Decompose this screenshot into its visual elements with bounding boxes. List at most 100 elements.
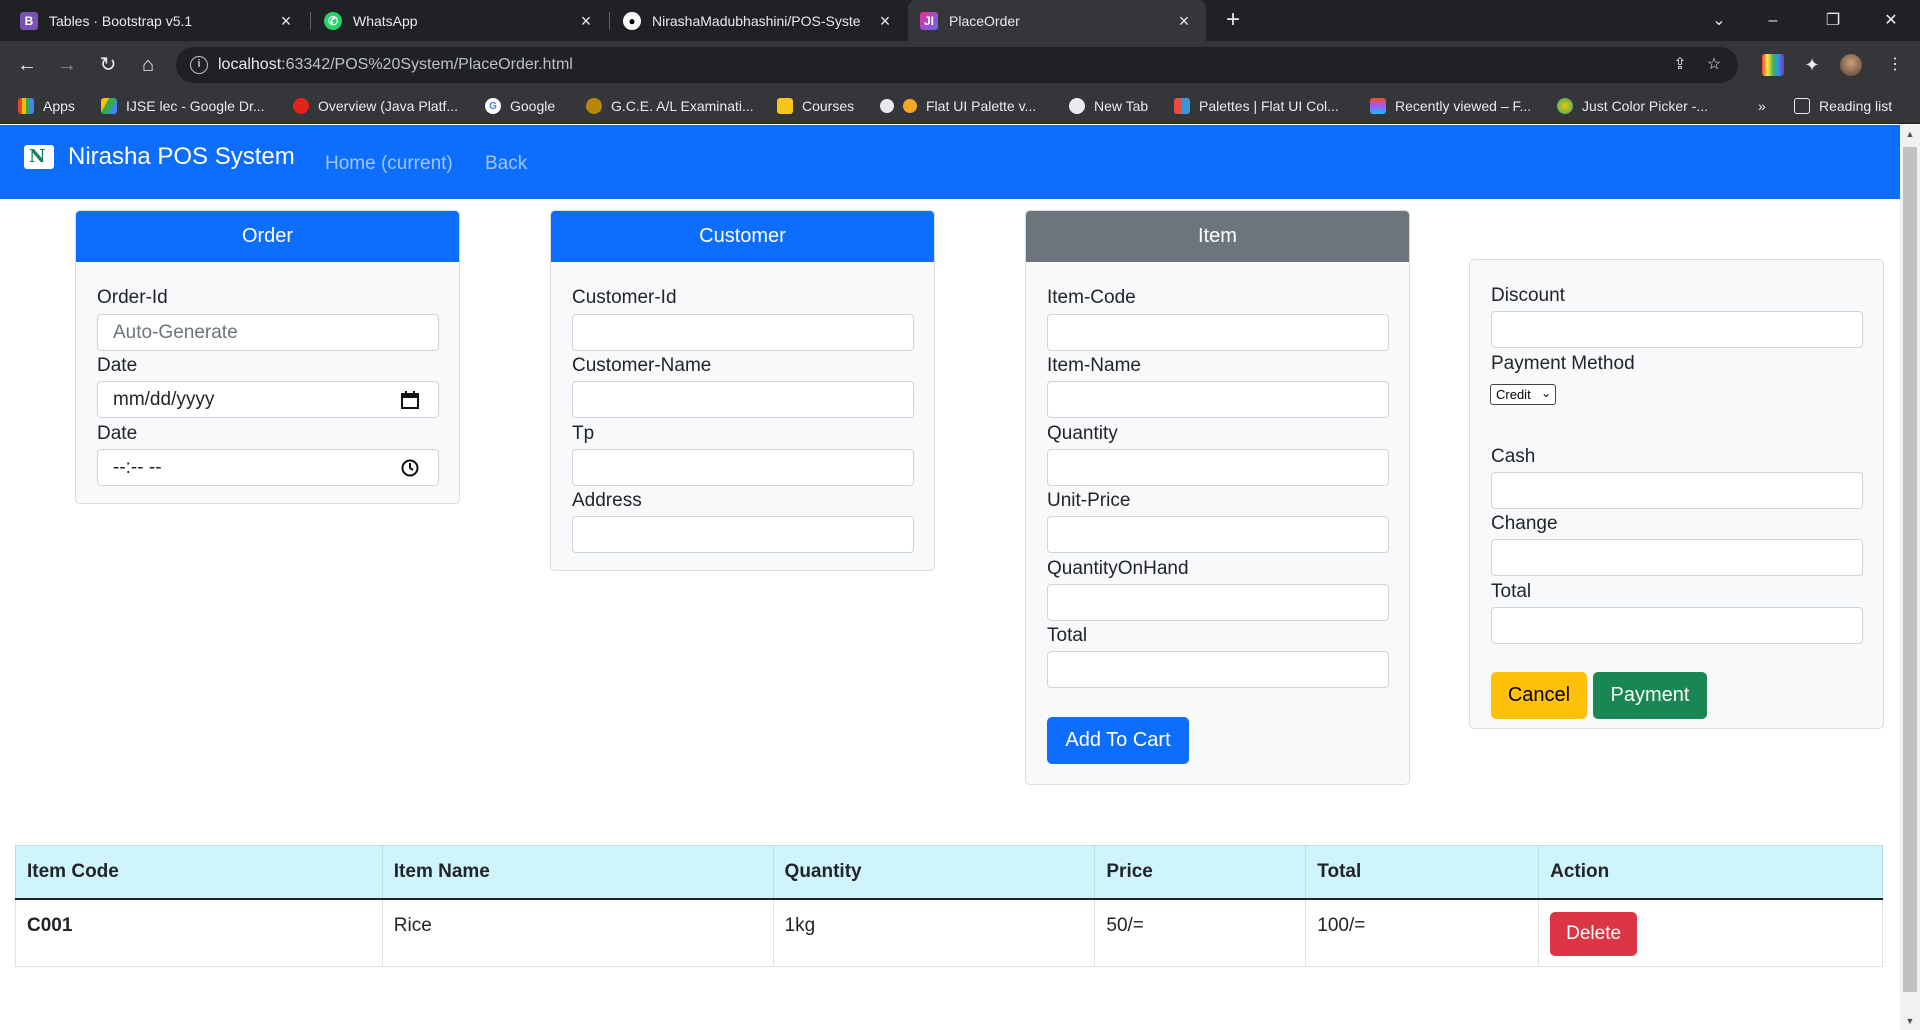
cancel-button[interactable]: Cancel bbox=[1491, 672, 1587, 719]
bookmark-new-tab[interactable]: New Tab bbox=[1069, 96, 1148, 116]
column-header-item-name: Item Name bbox=[381, 845, 774, 900]
webstorm-icon: JI bbox=[920, 11, 938, 30]
change-label: Change bbox=[1491, 513, 1558, 534]
customer-id-input[interactable] bbox=[572, 314, 914, 351]
bookmark-label: Just Color Picker -... bbox=[1582, 98, 1709, 114]
bookmark-gce[interactable]: G.C.E. A/L Examinati... bbox=[586, 96, 754, 116]
tab-bootstrap-tables[interactable]: B Tables · Bootstrap v5.1 × bbox=[8, 0, 308, 41]
time-input[interactable]: --:-- -- bbox=[97, 449, 439, 486]
brand-name: Nirasha POS System bbox=[68, 143, 295, 170]
oracle-icon bbox=[293, 98, 309, 114]
cash-input[interactable] bbox=[1491, 472, 1863, 509]
restore-icon[interactable]: ❐ bbox=[1810, 0, 1856, 41]
cart-table: Item Code Item Name Quantity Price Total… bbox=[15, 845, 1883, 967]
customer-card: Customer Customer-Id Customer-Name Tp Ad… bbox=[550, 210, 935, 571]
tab-title: WhatsApp bbox=[353, 12, 418, 29]
bookmark-apps[interactable]: Apps bbox=[18, 96, 75, 116]
customer-tp-input[interactable] bbox=[572, 449, 914, 486]
bookmark-google[interactable]: G Google bbox=[485, 96, 555, 116]
date-placeholder: mm/dd/yyyy bbox=[113, 389, 215, 410]
payment-button[interactable]: Payment bbox=[1593, 672, 1707, 719]
customer-name-input[interactable] bbox=[572, 381, 914, 418]
menu-kebab-icon[interactable]: ⋮ bbox=[1885, 55, 1905, 75]
item-total-input[interactable] bbox=[1047, 651, 1389, 688]
minimize-icon[interactable]: – bbox=[1750, 0, 1796, 41]
bookmarks-bar: Apps IJSE lec - Google Dr... Overview (J… bbox=[0, 89, 1920, 124]
delete-button[interactable]: Delete bbox=[1550, 911, 1638, 956]
cell-quantity: 1kg bbox=[772, 898, 1096, 967]
close-tab-icon[interactable]: × bbox=[276, 11, 296, 31]
tab-placeorder[interactable]: JI PlaceOrder × bbox=[908, 0, 1206, 41]
close-tab-icon[interactable]: × bbox=[875, 11, 895, 31]
calendar-icon[interactable] bbox=[400, 390, 420, 410]
item-card-header: Item bbox=[1026, 211, 1409, 262]
color-picker-icon bbox=[1557, 98, 1573, 114]
globe-icon bbox=[1069, 98, 1085, 114]
item-unit-price-input[interactable] bbox=[1047, 516, 1389, 553]
bookmark-star-icon[interactable]: ☆ bbox=[1704, 55, 1724, 75]
payment-method-select[interactable]: Credit ⌄ bbox=[1490, 384, 1556, 405]
cell-item-name: Rice bbox=[381, 898, 774, 967]
address-bar[interactable]: i localhost:63342/POS%20System/PlaceOrde… bbox=[176, 47, 1738, 83]
share-icon[interactable]: ⇪ bbox=[1670, 55, 1690, 75]
item-name-input[interactable] bbox=[1047, 381, 1389, 418]
chevron-down-icon: ⌄ bbox=[1540, 386, 1551, 400]
cash-label: Cash bbox=[1491, 446, 1536, 467]
reading-list[interactable]: Reading list bbox=[1794, 96, 1892, 116]
page-viewport: N Nirasha POS System Home (current) Back… bbox=[0, 125, 1900, 1030]
forward-arrow-icon[interactable]: → bbox=[55, 53, 79, 77]
bookmark-courses[interactable]: Courses bbox=[777, 96, 854, 116]
table-row[interactable]: C001 Rice 1kg 50/= 100/= Delete bbox=[15, 898, 1883, 967]
close-tab-icon[interactable]: × bbox=[576, 11, 596, 31]
close-window-icon[interactable]: ✕ bbox=[1868, 0, 1914, 41]
color-picker-extension-icon[interactable] bbox=[1762, 54, 1784, 76]
bookmark-java-overview[interactable]: Overview (Java Platf... bbox=[293, 96, 458, 116]
bookmark-ijse[interactable]: IJSE lec - Google Dr... bbox=[101, 96, 265, 116]
url-text[interactable]: localhost:63342/POS%20System/PlaceOrder.… bbox=[218, 56, 573, 74]
item-qoh-input[interactable] bbox=[1047, 584, 1389, 621]
date-input[interactable]: mm/dd/yyyy bbox=[97, 381, 439, 418]
close-tab-icon[interactable]: × bbox=[1174, 11, 1194, 31]
bookmark-palettes[interactable]: Palettes | Flat UI Col... bbox=[1174, 96, 1339, 116]
new-tab-icon[interactable]: + bbox=[1220, 8, 1246, 34]
bookmark-color-picker[interactable]: Just Color Picker -... bbox=[1557, 96, 1708, 116]
nav-home-link[interactable]: Home (current) bbox=[325, 153, 453, 175]
clock-icon[interactable] bbox=[400, 458, 420, 478]
bookmark-flat-ui-palette[interactable]: Flat UI Palette v... bbox=[880, 96, 1036, 116]
back-arrow-icon[interactable]: ← bbox=[15, 53, 39, 77]
nav-back-link[interactable]: Back bbox=[485, 153, 527, 175]
reload-icon[interactable]: ↻ bbox=[96, 53, 120, 77]
change-input[interactable] bbox=[1491, 539, 1863, 576]
cell-item-code: C001 bbox=[15, 898, 383, 967]
item-quantity-input[interactable] bbox=[1047, 449, 1389, 486]
bookmark-label: Recently viewed – F... bbox=[1395, 98, 1532, 114]
item-code-input[interactable] bbox=[1047, 314, 1389, 351]
customer-address-input[interactable] bbox=[572, 516, 914, 553]
page-scrollbar[interactable]: ▲ ▼ bbox=[1900, 125, 1920, 1030]
scroll-down-arrow-icon[interactable]: ▼ bbox=[1900, 1012, 1920, 1030]
tab-whatsapp[interactable]: ✆ WhatsApp × bbox=[312, 0, 608, 41]
home-icon[interactable]: ⌂ bbox=[136, 53, 160, 77]
bootstrap-icon: B bbox=[20, 11, 38, 30]
order-card-header: Order bbox=[76, 211, 459, 262]
site-info-icon[interactable]: i bbox=[190, 56, 208, 74]
navbar-brand[interactable]: N Nirasha POS System bbox=[24, 143, 295, 171]
bookmark-figma[interactable]: Recently viewed – F... bbox=[1370, 96, 1531, 116]
scrollbar-thumb[interactable] bbox=[1903, 147, 1917, 992]
extensions-puzzle-icon[interactable]: ✦ bbox=[1802, 55, 1822, 75]
bookmark-label: Flat UI Palette v... bbox=[926, 98, 1037, 114]
discount-input[interactable] bbox=[1491, 311, 1863, 348]
payment-method-label: Payment Method bbox=[1491, 353, 1635, 374]
add-to-cart-button[interactable]: Add To Cart bbox=[1047, 717, 1189, 764]
globe-icon bbox=[880, 99, 894, 113]
cell-action: Delete bbox=[1538, 898, 1883, 967]
tab-search-icon[interactable]: ⌄ bbox=[1696, 0, 1742, 41]
tab-github[interactable]: ● NirashaMadubhashini/POS-Syste × bbox=[611, 0, 907, 41]
tab-title: PlaceOrder bbox=[949, 12, 1020, 29]
order-id-input[interactable]: Auto-Generate bbox=[97, 314, 439, 351]
payment-total-input[interactable] bbox=[1491, 607, 1863, 644]
more-bookmarks-chevron[interactable]: » bbox=[1758, 96, 1766, 116]
scroll-up-arrow-icon[interactable]: ▲ bbox=[1900, 125, 1920, 143]
profile-avatar[interactable] bbox=[1840, 54, 1862, 76]
customer-card-header: Customer bbox=[551, 211, 934, 262]
